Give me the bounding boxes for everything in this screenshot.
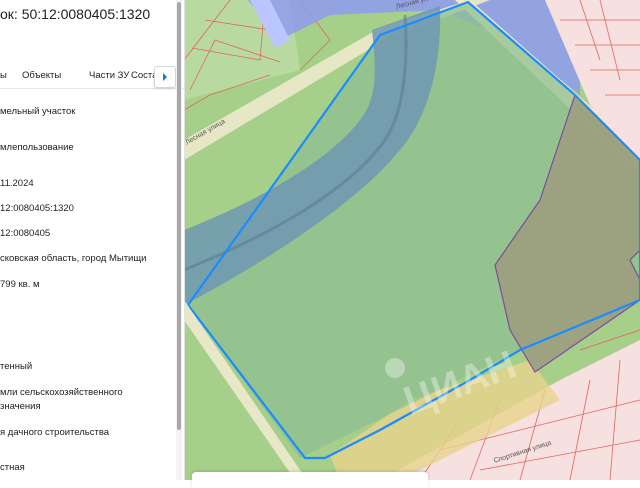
tab-objects[interactable]: Объекты xyxy=(22,70,61,81)
status-value: тенный xyxy=(0,361,33,372)
map-info-card[interactable] xyxy=(192,472,428,488)
permitted-use-value: я дачного строительства xyxy=(0,427,110,438)
cadastral-block-value: 12:0080405 xyxy=(0,228,51,239)
panel-tabs: ы Объекты Части ЗУ Соста xyxy=(0,66,184,89)
parcel-title: ок: 50:12:0080405:1320 xyxy=(0,6,151,22)
date-value: 11.2024 xyxy=(0,178,34,189)
address-value: сковская область, город Мытищи xyxy=(0,253,147,264)
parcel-type-value: мельный участок xyxy=(0,106,76,117)
land-use-value: млепользование xyxy=(0,142,74,153)
tab-parcel-parts[interactable]: Части ЗУ xyxy=(89,70,129,81)
land-category-value: мли сельскохозяйственного xyxy=(0,387,123,398)
chevron-right-icon xyxy=(163,73,167,81)
cadastral-map[interactable]: ЦИАН Лесная улица Лесная улица Спортивна… xyxy=(184,0,640,480)
parcel-info-panel: ок: 50:12:0080405:1320 ы Объекты Части З… xyxy=(0,0,185,480)
area-value: 799 кв. м xyxy=(0,279,40,290)
map-canvas: ЦИАН xyxy=(184,0,640,480)
tabs-next-button[interactable] xyxy=(154,66,176,88)
land-category-value-cont: значения xyxy=(0,401,41,412)
tab-main[interactable]: ы xyxy=(0,70,7,81)
panel-scrollbar-thumb[interactable] xyxy=(177,2,181,430)
cadastral-number-value: 12:0080405:1320 xyxy=(0,203,74,214)
ownership-value: стная xyxy=(0,462,25,473)
